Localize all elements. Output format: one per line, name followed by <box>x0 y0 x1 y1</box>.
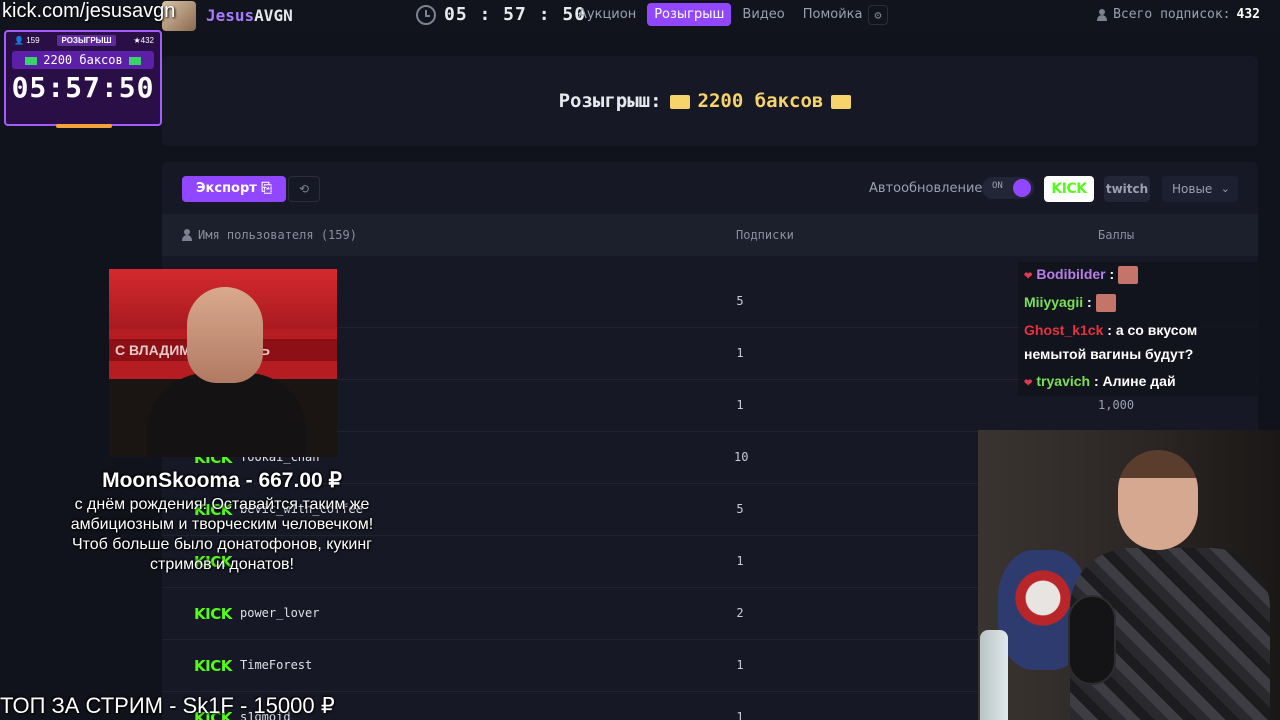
widget-accent-bar <box>56 124 112 128</box>
webcam-bottle <box>980 630 1008 720</box>
twitch-filter-button[interactable]: twitch <box>1104 176 1150 202</box>
webcam-feed <box>978 430 1280 720</box>
countdown-timer: 05 : 57 : 50 <box>416 4 586 25</box>
donation-header: MoonSkooma - 667.00 ₽ <box>102 469 342 492</box>
person-icon <box>1097 8 1108 21</box>
kick-filter-button[interactable]: KICK <box>1044 176 1094 202</box>
chat-message-continuation: немытой вагины будут? <box>1024 346 1193 362</box>
chevron-down-icon: ⌄ <box>1220 182 1230 195</box>
money-icon <box>831 94 852 109</box>
column-user[interactable]: Имя пользователя (159) <box>182 228 357 242</box>
file-icon: ⎘ <box>261 181 272 196</box>
row-subs: 1 <box>736 346 744 360</box>
video-person <box>187 287 263 383</box>
media-share-video: С ВЛАДИМ А СОЛОВЬ <box>109 269 337 457</box>
webcam-person <box>1118 450 1198 550</box>
auto-update-toggle[interactable]: ON <box>982 177 1034 199</box>
tab-giveaway[interactable]: Розыгрыш <box>647 3 732 26</box>
widget-label: РОЗЫГРЫШ <box>57 35 116 46</box>
toggle-state: ON <box>992 181 1003 191</box>
row-subs: 5 <box>736 502 744 516</box>
tab-dump[interactable]: Помойка <box>796 3 870 26</box>
row-subs: 10 <box>734 450 749 464</box>
donation-message: с днём рождения! Оставайтся таким же амб… <box>70 496 374 573</box>
top-donor-banner: ТОП ЗА СТРИМ - Sk1F - 15000 ₽ <box>0 693 335 718</box>
widget-prize: 2200 баксов <box>12 51 154 69</box>
total-subs-label: Всего подписок: <box>1113 7 1231 22</box>
stream-url-overlay: kick.com/jesusavgn <box>2 0 176 22</box>
row-subs: 5 <box>736 294 744 308</box>
kick-logo-icon: KICK <box>194 605 232 623</box>
money-icon <box>128 56 141 65</box>
giveaway-title: Розыгрыш: 2200 баксов <box>0 90 1280 112</box>
widget-count-left: 👤 159 <box>14 36 40 45</box>
chat-text: немытой вагины будут? <box>1024 346 1194 362</box>
row-username: TimeForest <box>240 658 313 672</box>
row-subs: 2 <box>736 606 744 620</box>
timer-value: 05 : 57 : 50 <box>444 4 587 25</box>
money-icon <box>25 56 38 65</box>
settings-gear-icon[interactable]: ⚙ <box>868 5 888 25</box>
video-person <box>147 373 307 457</box>
chat-message: Miiyyagii : <box>1024 294 1116 313</box>
heart-icon: ❤ <box>1024 271 1033 282</box>
refresh-icon[interactable]: ⟲ <box>288 176 320 202</box>
chat-text: а со вкусом <box>1115 322 1198 338</box>
heart-icon: ❤ <box>1024 378 1033 389</box>
giveaway-widget: 👤 159 РОЗЫГРЫШ ★432 2200 баксов 05:57:50 <box>4 30 162 128</box>
chat-overlay: ❤ Bodibilder : Miiyyagii : Ghost_k1ck : а… <box>1018 262 1266 396</box>
row-subs: 1 <box>736 710 744 720</box>
tab-auction[interactable]: Аукцион <box>571 3 643 26</box>
chat-message: ❤ tryavich : Алине дай <box>1024 373 1176 389</box>
clock-icon <box>416 4 436 25</box>
microphone-icon <box>1068 595 1116 685</box>
main-tabs: Аукцион Розыгрыш Видео Помойка <box>571 3 870 26</box>
row-subs: 1 <box>736 658 744 672</box>
brand-logo[interactable]: JesusAVGN <box>206 6 293 25</box>
row-points: 1,000 <box>1098 398 1135 412</box>
chat-message: ❤ Bodibilder : <box>1024 266 1139 285</box>
kick-logo-icon: KICK <box>194 657 232 675</box>
row-subs: 1 <box>736 398 744 412</box>
chat-user: Ghost_k1ck <box>1024 322 1104 338</box>
emote-icon <box>1095 294 1116 313</box>
tab-video[interactable]: Видео <box>735 3 791 26</box>
money-icon <box>669 94 690 109</box>
total-subs: Всего подписок: 432 <box>1097 7 1260 22</box>
row-username: power_lover <box>240 606 320 620</box>
toggle-knob <box>1013 179 1031 197</box>
export-button[interactable]: Экспорт ⎘ <box>182 176 286 202</box>
chat-user: tryavich <box>1036 373 1091 389</box>
column-points[interactable]: Баллы <box>1098 228 1134 242</box>
sort-select[interactable]: Новые ⌄ <box>1162 176 1238 202</box>
chat-user: Miiyyagii <box>1024 294 1084 310</box>
emote-icon <box>1118 266 1139 285</box>
person-icon <box>182 229 192 241</box>
row-subs: 1 <box>736 554 744 568</box>
widget-timer: 05:57:50 <box>11 71 155 104</box>
total-subs-value: 432 <box>1236 7 1260 22</box>
auto-update-label: Автообновление <box>869 181 983 196</box>
column-subs[interactable]: Подписки <box>736 228 794 242</box>
table-toolbar: Экспорт ⎘ ⟲ Автообновление ON KICK twitc… <box>162 162 1258 214</box>
donation-alert: MoonSkooma - 667.00 ₽ с днём рождения! О… <box>62 468 382 575</box>
chat-message: Ghost_k1ck : а со вкусом <box>1024 322 1198 338</box>
widget-count-right: ★432 <box>133 36 154 45</box>
table-header: Имя пользователя (159) Подписки Баллы <box>162 214 1258 256</box>
chat-text: Алине дай <box>1102 373 1176 389</box>
chat-user: Bodibilder <box>1036 266 1106 282</box>
